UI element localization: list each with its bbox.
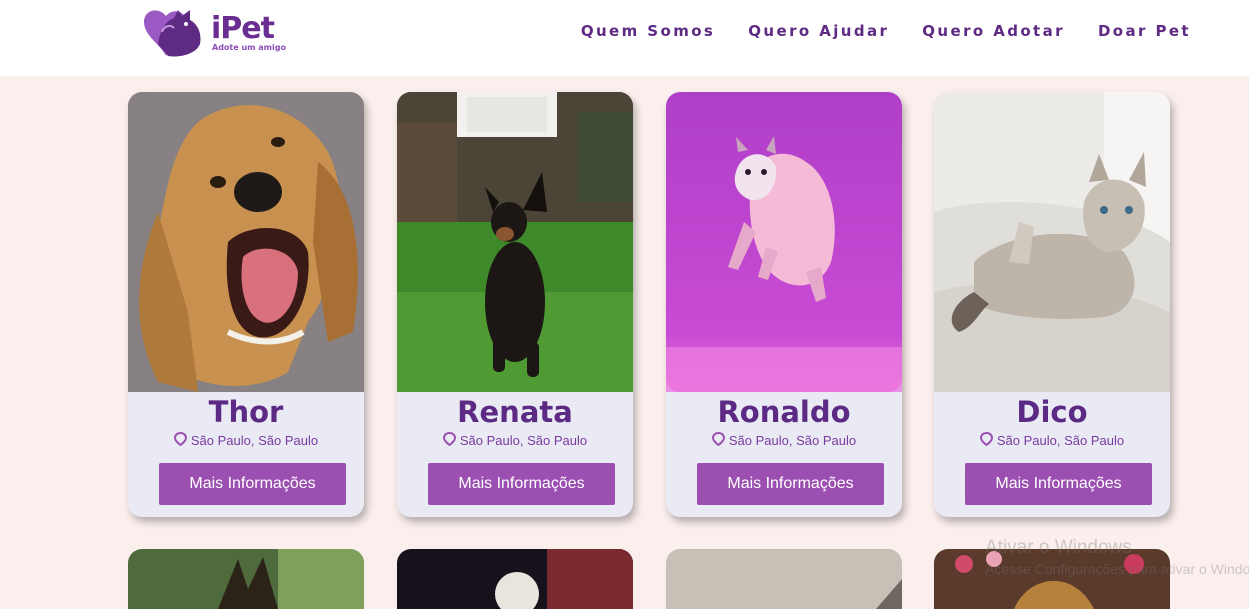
pet-name: Dico [1016,395,1088,429]
pet-card-thor: Thor São Paulo, São Paulo Mais Informaçõ… [128,92,364,517]
pet-name: Thor [208,395,284,429]
pet-location-text: São Paulo, São Paulo [459,433,588,448]
pet-location-text: São Paulo, São Paulo [190,433,319,448]
more-info-button[interactable]: Mais Informações [965,463,1152,505]
nav-doar-pet[interactable]: Doar Pet [1098,20,1191,42]
pet-location: São Paulo, São Paulo [397,432,633,449]
pet-card-dico: Dico São Paulo, São Paulo Mais Informaçõ… [934,92,1170,517]
pet-location-text: São Paulo, São Paulo [996,433,1125,448]
location-pin-icon [442,432,456,446]
more-info-button[interactable]: Mais Informações [428,463,615,505]
site-header: iPet Adote um amigo Quem Somos Quero Aju… [0,0,1249,76]
pet-location: São Paulo, São Paulo [128,432,364,449]
location-pin-icon [173,432,187,446]
more-info-button[interactable]: Mais Informações [159,463,346,505]
main-nav: Quem Somos Quero Ajudar Quero Adotar Doa… [548,20,1191,42]
logo-tagline: Adote um amigo [212,43,286,52]
pet-name: Renata [457,395,573,429]
nav-quem-somos[interactable]: Quem Somos [581,20,715,42]
pet-location: São Paulo, São Paulo [934,432,1170,449]
logo-wordmark: iPet [211,11,275,46]
nav-quero-ajudar[interactable]: Quero Ajudar [748,20,889,42]
nav-quero-adotar[interactable]: Quero Adotar [922,20,1065,42]
more-info-button[interactable]: Mais Informações [697,463,884,505]
pet-name: Ronaldo [717,395,851,429]
location-pin-icon [711,432,725,446]
pet-card-renata: Renata São Paulo, São Paulo Mais Informa… [397,92,633,517]
pet-location-text: São Paulo, São Paulo [728,433,857,448]
pet-card-partial[interactable] [128,549,364,609]
pet-location: São Paulo, São Paulo [666,432,902,449]
ipet-logo[interactable]: iPet Adote um amigo [140,4,300,60]
pet-heart-logo-icon [144,10,201,57]
pet-photo-thor[interactable] [128,92,364,392]
pet-photo-renata[interactable] [397,92,633,392]
pet-card-partial[interactable] [397,549,633,609]
pet-card-ronaldo: Ronaldo São Paulo, São Paulo Mais Inform… [666,92,902,517]
location-pin-icon [979,432,993,446]
pet-card-partial[interactable] [666,549,902,609]
pet-photo-ronaldo[interactable] [666,92,902,392]
pet-photo-dico[interactable] [934,92,1170,392]
pet-card-partial[interactable] [934,549,1170,609]
